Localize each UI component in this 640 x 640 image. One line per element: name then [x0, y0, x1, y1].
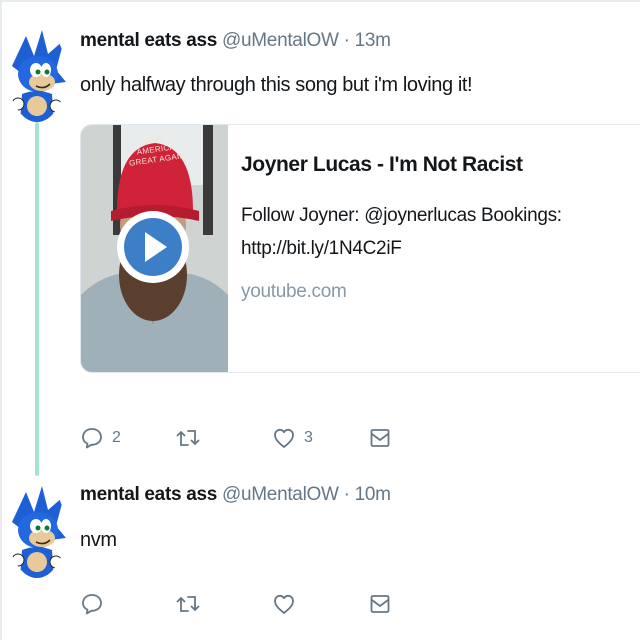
heart-icon: [274, 428, 294, 448]
retweet-button[interactable]: [175, 589, 209, 619]
display-name[interactable]: mental eats ass: [80, 484, 217, 505]
card-description: Follow Joyner: @joynerlucas Bookings: ht…: [241, 205, 562, 259]
reply-button[interactable]: [80, 589, 112, 619]
like-button[interactable]: [272, 589, 304, 619]
timestamp[interactable]: 10m: [355, 484, 391, 505]
envelope-icon: [370, 595, 390, 613]
avatar[interactable]: [8, 26, 66, 122]
like-count: 3: [304, 429, 313, 446]
like-button[interactable]: 3: [272, 423, 313, 453]
retweet-icon: [176, 430, 200, 446]
separator-dot: ·: [343, 30, 350, 51]
card-title[interactable]: Joyner Lucas - I'm Not Racist: [241, 153, 523, 177]
heart-icon: [274, 594, 294, 614]
retweet-button[interactable]: [175, 423, 209, 453]
direct-message-button[interactable]: [368, 589, 392, 619]
separator-dot: ·: [343, 484, 350, 505]
display-name[interactable]: mental eats ass: [80, 30, 217, 51]
video-thumbnail[interactable]: MAKE AMERICA GREAT AGAIN: [81, 125, 228, 372]
tweet-header: mental eats ass @uMentalOW · 10m: [80, 484, 391, 506]
reply-count: 2: [112, 429, 121, 446]
tweet-actions: [80, 589, 410, 619]
tweet-header: mental eats ass @uMentalOW · 13m: [80, 30, 391, 52]
tweet-text: only halfway through this song but i'm l…: [80, 74, 473, 96]
user-handle[interactable]: @uMentalOW: [222, 484, 339, 505]
retweet-icon: [176, 596, 200, 612]
user-handle[interactable]: @uMentalOW: [222, 30, 339, 51]
reply-button[interactable]: 2: [80, 423, 121, 453]
reply-icon: [82, 594, 102, 615]
tweet-actions: 2 3: [80, 423, 410, 453]
envelope-icon: [370, 429, 390, 447]
timestamp[interactable]: 13m: [355, 30, 391, 51]
thread-connector-line: [35, 122, 39, 476]
reply-icon: [82, 428, 102, 449]
top-border: [0, 0, 640, 2]
link-card[interactable]: MAKE AMERICA GREAT AGAIN Joyner Lucas - …: [80, 124, 640, 373]
tweet-text: nvm: [80, 529, 117, 551]
card-domain: youtube.com: [241, 281, 347, 302]
left-border: [0, 0, 2, 640]
avatar[interactable]: [8, 482, 66, 578]
direct-message-button[interactable]: [368, 423, 392, 453]
